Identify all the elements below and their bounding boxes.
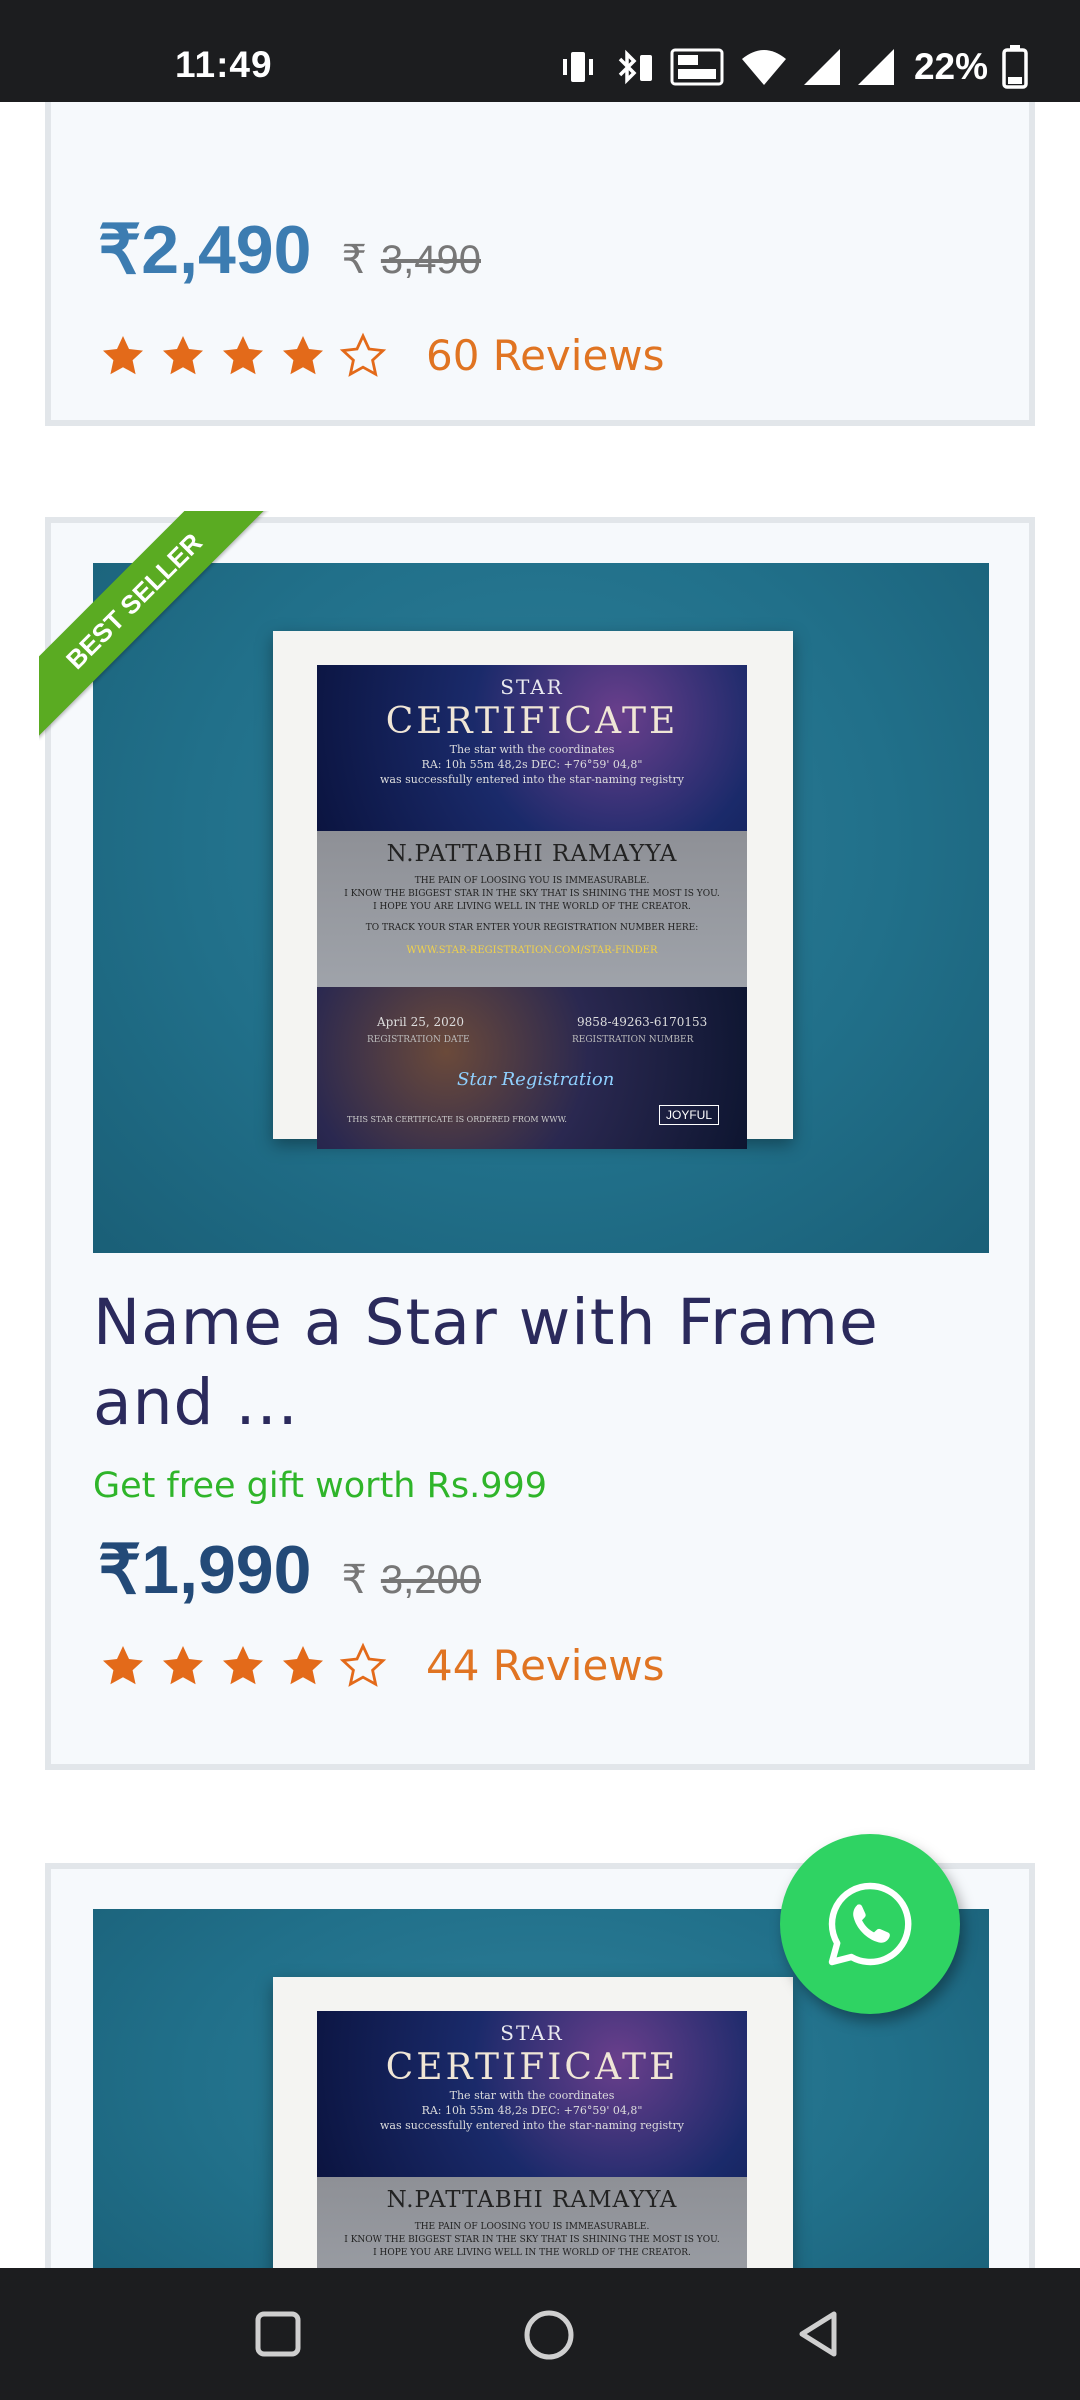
rating-row: 44 Reviews <box>98 1641 665 1690</box>
star-rating <box>98 332 388 380</box>
current-price: ₹2,490 <box>98 212 312 288</box>
star-filled-icon <box>283 1645 323 1684</box>
navigation-bar <box>0 2268 1080 2400</box>
cert-line: The star with the coordinates <box>449 2089 615 2102</box>
star-filled-icon <box>103 1645 143 1684</box>
product-card[interactable]: BEST SELLER STAR CERTIFICATE The star wi… <box>39 511 1035 1770</box>
cert-number-label: REGISTRATION NUMBER <box>572 1035 694 1045</box>
old-price-wrap: ₹3,490 <box>341 237 481 283</box>
star-outline-icon <box>339 1642 387 1687</box>
star-filled-icon <box>283 335 323 374</box>
cert-message: THE PAIN OF LOOSING YOU IS IMMEASURABLE. <box>414 2222 650 2232</box>
cert-line: RA: 10h 55m 48,2s DEC: +76°59' 04,8" <box>421 2104 643 2117</box>
gift-offer: Get free gift worth Rs.999 <box>93 1466 548 1506</box>
cert-line: was successfully entered into the star-n… <box>379 2119 685 2132</box>
cert-line: The star with the coordinates <box>449 743 615 756</box>
rupee-symbol: ₹ <box>341 1558 367 1602</box>
star-outline-icon <box>339 332 387 377</box>
old-price: 3,200 <box>380 1558 481 1602</box>
status-time: 11:49 <box>175 44 273 85</box>
star-filled-icon <box>103 335 143 374</box>
price-row: ₹1,990 ₹3,200 <box>98 1531 481 1610</box>
certificate-frame: STAR CERTIFICATE The star with the coord… <box>273 631 793 1149</box>
cert-message: I KNOW THE BIGGEST STAR IN THE SKY THAT … <box>344 2235 720 2245</box>
cert-link: WWW.STAR-REGISTRATION.COM/STAR-FINDER <box>406 945 658 956</box>
star-filled-icon <box>223 1645 263 1684</box>
reviews-link[interactable]: 60 Reviews <box>426 331 665 380</box>
certificate-frame: STAR CERTIFICATE The star with the coord… <box>273 1977 793 2268</box>
status-bar: 11:49 22% <box>0 0 1080 102</box>
cert-heading: STAR <box>500 2021 564 2045</box>
cert-date: April 25, 2020 <box>377 1015 465 1029</box>
cert-track: TO TRACK YOUR STAR ENTER YOUR REGISTRATI… <box>365 923 699 933</box>
best-seller-badge: BEST SELLER <box>39 511 269 741</box>
battery-icon <box>1002 45 1028 89</box>
battery-percent: 22% <box>913 46 988 87</box>
home-circle-icon[interactable] <box>520 2306 578 2364</box>
rupee-symbol: ₹ <box>341 238 367 282</box>
cert-message: I KNOW THE BIGGEST STAR IN THE SKY THAT … <box>344 889 720 899</box>
cert-name: N.PATTABHI RAMAYYA <box>386 2187 678 2213</box>
badge-label: BEST SELLER <box>39 511 269 738</box>
old-price: 3,490 <box>380 238 481 282</box>
star-filled-icon <box>223 335 263 374</box>
cert-message: I HOPE YOU ARE LIVING WELL IN THE WORLD … <box>373 2248 691 2258</box>
cert-title: CERTIFICATE <box>385 701 679 742</box>
cert-number: 9858-49263-6170153 <box>577 1015 708 1029</box>
vibrate-icon <box>562 52 593 82</box>
whatsapp-chat-button[interactable] <box>780 1834 960 2014</box>
old-price-wrap: ₹3,200 <box>341 1557 481 1603</box>
cert-message: I HOPE YOU ARE LIVING WELL IN THE WORLD … <box>373 902 691 912</box>
whatsapp-icon <box>828 1882 912 1966</box>
rating-row: 60 Reviews <box>98 331 665 380</box>
cert-message: THE PAIN OF LOOSING YOU IS IMMEASURABLE. <box>414 876 650 886</box>
cert-title: CERTIFICATE <box>385 2047 679 2088</box>
star-filled-icon <box>163 335 203 374</box>
bluetooth-icon <box>618 49 652 85</box>
star-filled-icon <box>163 1645 203 1684</box>
cert-date-label: REGISTRATION DATE <box>367 1035 470 1045</box>
recents-square-icon[interactable] <box>250 2306 306 2362</box>
cert-footer: THIS STAR CERTIFICATE IS ORDERED FROM WW… <box>347 1115 567 1124</box>
cert-heading: STAR <box>500 675 564 699</box>
current-price: ₹1,990 <box>98 1532 312 1608</box>
back-triangle-icon[interactable] <box>790 2306 846 2362</box>
status-icons: 22% <box>558 42 1028 92</box>
cert-brand: Star Registration <box>457 1069 615 1090</box>
volte-icon <box>670 48 724 86</box>
price-row: ₹2,490 ₹3,490 <box>98 211 481 290</box>
signal-icon <box>857 49 894 85</box>
wifi-icon <box>741 50 786 85</box>
joyful-logo: JOYFUL <box>658 1105 719 1125</box>
signal-icon <box>803 49 840 85</box>
cert-name: N.PATTABHI RAMAYYA <box>386 841 678 867</box>
star-certificate: STAR CERTIFICATE The star with the coord… <box>317 665 747 1149</box>
star-rating <box>98 1642 388 1690</box>
product-card[interactable]: ₹2,490 ₹3,490 60 Reviews <box>45 102 1035 426</box>
cert-line: was successfully entered into the star-n… <box>379 773 685 786</box>
product-title[interactable]: Name a Star with Frame and ... <box>93 1283 1003 1443</box>
reviews-link[interactable]: 44 Reviews <box>426 1641 665 1690</box>
cert-line: RA: 10h 55m 48,2s DEC: +76°59' 04,8" <box>421 758 643 771</box>
star-certificate: STAR CERTIFICATE The star with the coord… <box>317 2011 747 2268</box>
